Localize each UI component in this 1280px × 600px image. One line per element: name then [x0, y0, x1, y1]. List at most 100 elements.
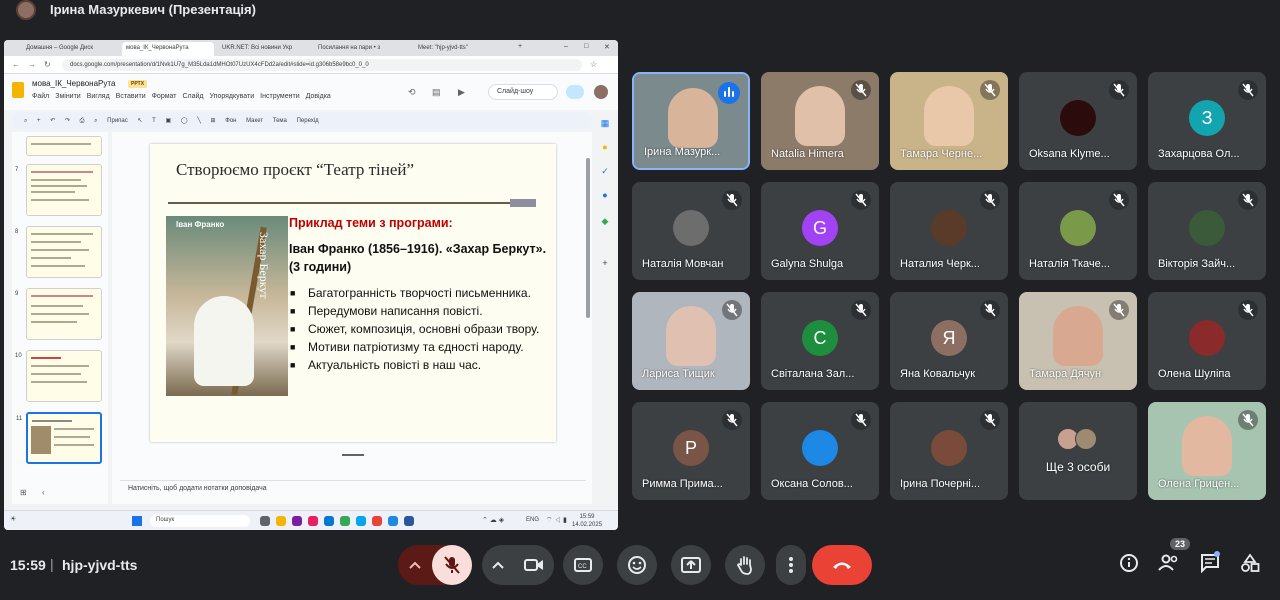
slide-thumbnail[interactable]: [26, 136, 102, 156]
notes-resize-handle[interactable]: [342, 454, 364, 456]
back-icon[interactable]: ←: [12, 60, 20, 69]
theme-button[interactable]: Тема: [273, 118, 287, 124]
menu-file[interactable]: Файл: [32, 93, 49, 100]
meeting-code[interactable]: hjp-yjvd-tts: [62, 557, 137, 573]
participant-tile[interactable]: Наталія Мовчан: [632, 182, 750, 280]
share-icon[interactable]: [566, 85, 584, 99]
participant-tile[interactable]: Ірина Почерні...: [890, 402, 1008, 500]
tray-icons[interactable]: ⌃ ☁ ◈: [482, 516, 504, 524]
participant-tile[interactable]: Oksana Klyme...: [1019, 72, 1137, 170]
background-button[interactable]: Фон: [225, 118, 236, 124]
bookmark-star-icon[interactable]: ☆: [590, 60, 597, 69]
contacts-icon[interactable]: ●: [600, 190, 610, 200]
tasks-icon[interactable]: ✓: [600, 166, 610, 176]
captions-button[interactable]: CC: [563, 545, 603, 585]
participant-tile[interactable]: Вікторія Зайч...: [1148, 182, 1266, 280]
slides-logo-icon[interactable]: [12, 82, 24, 98]
browser-tab[interactable]: Meet: "hjp-yjvd-tts": [414, 42, 502, 56]
zoom-icon[interactable]: ⌕: [94, 118, 97, 124]
network-volume-icons[interactable]: ⌔ ◁ ▮: [546, 516, 567, 525]
mic-options-chevron-icon[interactable]: [409, 561, 421, 569]
maximize-icon[interactable]: □: [584, 43, 588, 50]
chrome-icon[interactable]: [340, 516, 350, 526]
keep-icon[interactable]: ●: [600, 142, 610, 152]
app-icon[interactable]: [292, 516, 302, 526]
select-tool-icon[interactable]: ↖: [137, 118, 142, 124]
transition-button[interactable]: Перехід: [297, 118, 319, 124]
print-icon[interactable]: ⎙: [80, 118, 85, 124]
add-addon-icon[interactable]: +: [600, 258, 610, 268]
maps-icon[interactable]: ◆: [600, 216, 610, 226]
forward-icon[interactable]: →: [28, 60, 36, 69]
document-title[interactable]: мова_ІК_ЧервонаРута: [32, 79, 115, 88]
participant-tile[interactable]: Р Римма Прима...: [632, 402, 750, 500]
participant-tile[interactable]: Я Яна Ковальчук: [890, 292, 1008, 390]
people-icon[interactable]: [1158, 553, 1180, 571]
history-icon[interactable]: ⟲: [408, 87, 416, 98]
comments-icon[interactable]: ▤: [432, 87, 441, 98]
layout-button[interactable]: Макет: [246, 118, 263, 124]
menu-arrange[interactable]: Упорядкувати: [210, 93, 255, 100]
line-icon[interactable]: ╲: [197, 118, 201, 124]
menu-format[interactable]: Формат: [152, 93, 177, 100]
camera-button[interactable]: [514, 545, 554, 585]
minimize-icon[interactable]: –: [564, 43, 568, 50]
example-heading[interactable]: Приклад теми з програми:: [289, 216, 453, 230]
participant-tile[interactable]: Тамара Дячун: [1019, 292, 1137, 390]
add-icon[interactable]: +: [37, 118, 41, 124]
speaker-notes[interactable]: Натисніть, щоб додати нотатки доповідача: [120, 480, 586, 498]
participant-tile[interactable]: C Світалана Зал...: [761, 292, 879, 390]
image-icon[interactable]: ▣: [165, 118, 171, 124]
browser-tab[interactable]: Домашня – Google Диск: [22, 42, 120, 56]
slide-title[interactable]: Створюємо проєкт “Театр тіней”: [176, 160, 414, 180]
grid-view-icon[interactable]: ⊞: [20, 488, 27, 497]
slideshow-button[interactable]: Слайд-шоу: [488, 84, 558, 100]
participant-tile[interactable]: Тамара Черне...: [890, 72, 1008, 170]
undo-icon[interactable]: ↶: [50, 118, 55, 124]
new-tab-icon[interactable]: +: [518, 43, 522, 50]
account-avatar[interactable]: [594, 85, 608, 99]
present-screen-button[interactable]: [671, 545, 711, 585]
meet-video-icon[interactable]: ▶: [458, 87, 465, 98]
participant-tile[interactable]: Наталія Ткаче...: [1019, 182, 1137, 280]
close-window-icon[interactable]: ✕: [604, 43, 610, 51]
app-icon[interactable]: [308, 516, 318, 526]
weather-icon[interactable]: ☀: [10, 515, 16, 523]
slide-thumbnail[interactable]: 9: [15, 288, 102, 340]
participant-tile[interactable]: Олена Шуліпа: [1148, 292, 1266, 390]
slide-thumbnail[interactable]: 7: [15, 164, 102, 216]
participant-tile[interactable]: Олена Грицен...: [1148, 402, 1266, 500]
app-icon[interactable]: [372, 516, 382, 526]
meeting-info-icon[interactable]: [1119, 553, 1139, 573]
shape-icon[interactable]: ◯: [181, 118, 188, 124]
leave-call-button[interactable]: [812, 545, 872, 585]
participant-tile[interactable]: Ще 3 особи: [1019, 402, 1137, 500]
comment-add-icon[interactable]: ⊞: [211, 118, 216, 124]
zoom-fit-select[interactable]: Припас: [107, 118, 128, 124]
url-field[interactable]: docs.google.com/presentation/d/1Nvk1U7g_…: [62, 59, 582, 71]
edge-icon[interactable]: [324, 516, 334, 526]
slide-thumbnail[interactable]: 10: [15, 350, 102, 402]
browser-tab-active[interactable]: мова_ІК_ЧервонаРута: [122, 42, 214, 56]
book-topic[interactable]: Іван Франко (1856–1916). «Захар Беркут».…: [289, 240, 549, 276]
slide-bullets[interactable]: Багатогранність творчості письменника. П…: [290, 284, 556, 374]
taskbar-search[interactable]: Пошук: [150, 515, 250, 527]
slide-thumbnail-selected[interactable]: 11: [16, 412, 102, 464]
browser-tab[interactable]: UKR.NET: Всі новини Укр: [218, 42, 310, 56]
collapse-panel-icon[interactable]: ‹: [42, 488, 45, 497]
calendar-icon[interactable]: ▦: [600, 118, 610, 128]
taskview-icon[interactable]: [260, 516, 270, 526]
book-cover-image[interactable]: Іван Франко Захар Беркут: [166, 216, 288, 396]
reload-icon[interactable]: ↻: [44, 60, 51, 69]
menu-view[interactable]: Вигляд: [87, 93, 110, 100]
participant-tile[interactable]: З Захарцова Ол...: [1148, 72, 1266, 170]
mute-microphone-button[interactable]: [432, 545, 472, 585]
participant-tile[interactable]: Наталия Черк...: [890, 182, 1008, 280]
current-slide[interactable]: Створюємо проєкт “Театр тіней” Іван Фран…: [150, 144, 556, 442]
menu-edit[interactable]: Змінити: [55, 93, 81, 100]
more-options-button[interactable]: [776, 545, 806, 585]
windows-start-icon[interactable]: [132, 516, 142, 526]
menu-insert[interactable]: Вставити: [116, 93, 146, 100]
keyboard-language[interactable]: ENG: [526, 517, 539, 523]
browser-tab[interactable]: Посилання на пари • з: [314, 42, 410, 56]
